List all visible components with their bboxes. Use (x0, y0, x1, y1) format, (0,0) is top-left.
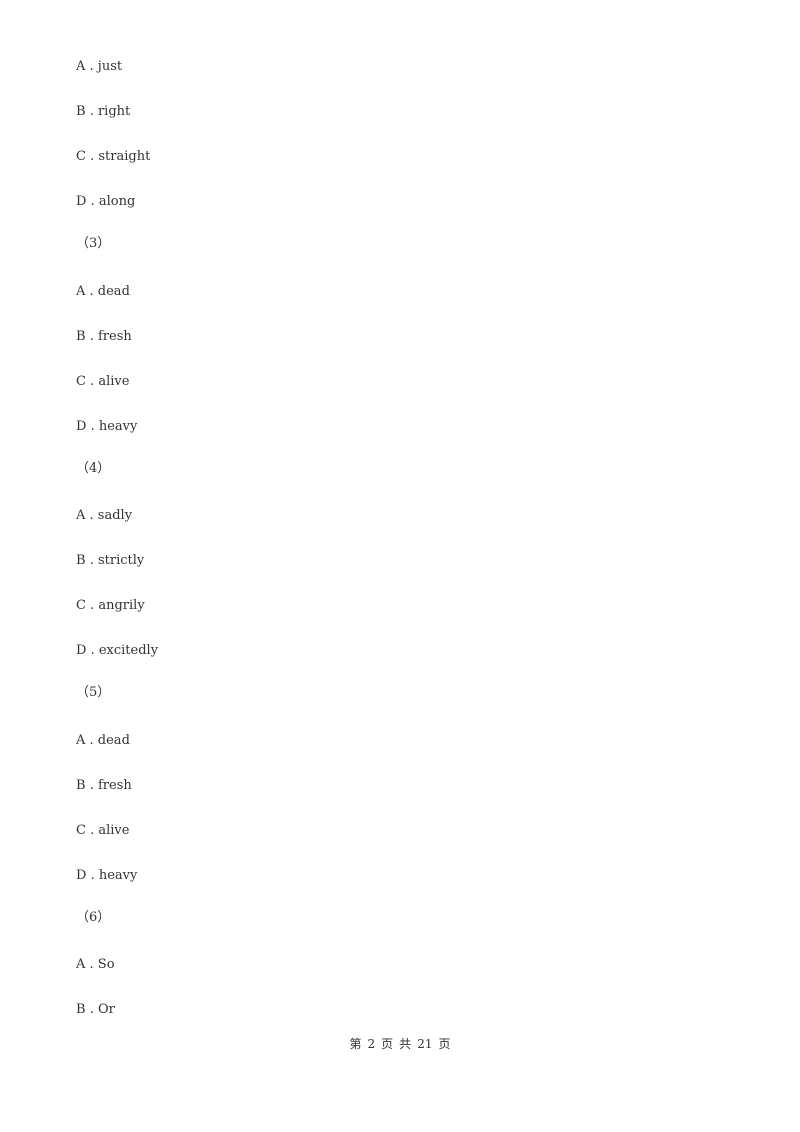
separator: . (85, 508, 98, 523)
separator: . (86, 194, 99, 209)
option-d[interactable]: D . excitedly (76, 643, 158, 659)
separator: . (85, 104, 98, 119)
separator: . (85, 778, 98, 793)
option-letter: B (76, 104, 86, 119)
option-letter: A (76, 733, 86, 748)
option-letter: B (76, 553, 86, 568)
separator: . (85, 823, 99, 838)
separator: . (85, 1002, 98, 1017)
option-letter: B (76, 778, 86, 793)
total-pages-number: 21 (417, 1037, 433, 1051)
separator: . (85, 957, 98, 972)
option-a[interactable]: A . dead (76, 733, 130, 749)
option-text: angrily (98, 598, 145, 613)
option-text: dead (97, 733, 130, 748)
option-letter: C (76, 823, 86, 838)
option-letter: C (76, 374, 86, 389)
separator: . (86, 643, 99, 658)
option-letter: D (76, 643, 87, 658)
option-letter: B (76, 329, 86, 344)
option-letter: D (76, 419, 87, 434)
option-text: heavy (98, 868, 138, 883)
option-b[interactable]: B . strictly (76, 553, 144, 569)
option-text: just (97, 59, 123, 74)
option-d[interactable]: D . along (76, 194, 135, 210)
footer-page-char: 页 (381, 1037, 394, 1051)
option-a[interactable]: A . just (76, 59, 122, 75)
option-text: sadly (97, 508, 133, 523)
separator: . (85, 149, 99, 164)
option-c[interactable]: C . alive (76, 823, 129, 839)
option-c[interactable]: C . alive (76, 374, 129, 390)
separator: . (85, 553, 98, 568)
page-footer: 第 2 页共 21 页 (0, 1035, 800, 1052)
option-letter: A (76, 284, 86, 299)
separator: . (85, 329, 98, 344)
option-a[interactable]: A . So (76, 957, 115, 973)
option-letter: A (76, 59, 86, 74)
question-number: （6） (76, 910, 111, 925)
question-number: （3） (76, 236, 111, 251)
footer-suffix: 页 (438, 1037, 451, 1051)
separator: . (85, 733, 98, 748)
option-letter: C (76, 598, 86, 613)
option-letter: B (76, 1002, 86, 1017)
option-b[interactable]: B . Or (76, 1002, 115, 1018)
option-text: excitedly (98, 643, 159, 658)
option-text: fresh (97, 778, 132, 793)
question-number: （5） (76, 685, 111, 700)
footer-total-label: 共 (399, 1037, 412, 1051)
option-text: Or (97, 1002, 115, 1017)
option-d[interactable]: D . heavy (76, 419, 137, 435)
separator: . (86, 419, 99, 434)
option-b[interactable]: B . fresh (76, 778, 132, 794)
option-c[interactable]: C . straight (76, 149, 150, 165)
separator: . (85, 59, 98, 74)
separator: . (85, 598, 99, 613)
option-text: heavy (98, 419, 138, 434)
option-b[interactable]: B . fresh (76, 329, 132, 345)
separator: . (85, 374, 99, 389)
option-text: fresh (97, 329, 132, 344)
current-page-number: 2 (367, 1037, 376, 1051)
option-a[interactable]: A . sadly (76, 508, 132, 524)
option-a[interactable]: A . dead (76, 284, 130, 300)
separator: . (86, 868, 99, 883)
option-letter: D (76, 194, 87, 209)
footer-prefix: 第 (349, 1037, 362, 1051)
option-text: right (97, 104, 131, 119)
option-c[interactable]: C . angrily (76, 598, 145, 614)
option-text: along (98, 194, 136, 209)
option-letter: D (76, 868, 87, 883)
option-d[interactable]: D . heavy (76, 868, 137, 884)
separator: . (85, 284, 98, 299)
option-letter: A (76, 957, 86, 972)
option-text: alive (98, 374, 130, 389)
option-letter: A (76, 508, 86, 523)
option-text: straight (98, 149, 151, 164)
option-text: alive (98, 823, 130, 838)
option-text: dead (97, 284, 130, 299)
question-number: （4） (76, 461, 111, 476)
option-text: strictly (97, 553, 145, 568)
option-b[interactable]: B . right (76, 104, 130, 120)
option-letter: C (76, 149, 86, 164)
option-text: So (97, 957, 115, 972)
